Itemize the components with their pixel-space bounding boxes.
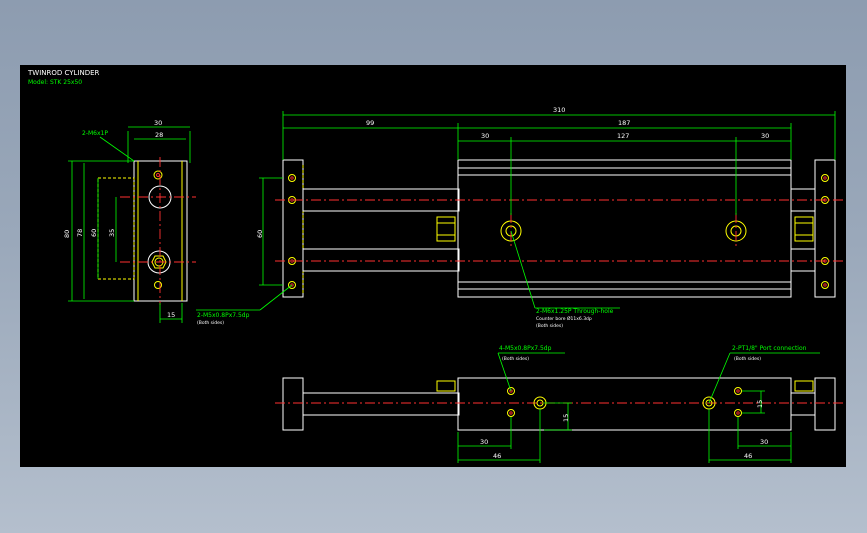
dim-front-127: 127	[617, 132, 629, 140]
bottom-rod	[302, 392, 460, 416]
dim-side-60: 60	[90, 229, 98, 237]
dim-side-15: 15	[167, 311, 175, 319]
side-view-body	[133, 160, 188, 302]
front-left-end-plate	[282, 159, 304, 298]
dim-front-187: 187	[618, 119, 630, 127]
front-rod-top	[302, 188, 460, 212]
dim-front-310: 310	[553, 106, 565, 114]
dim-bottom-30: 30	[480, 438, 488, 446]
note-bottom-port-sub: (Both sides)	[734, 356, 761, 362]
dim-front-99: 99	[366, 119, 374, 127]
dim-side-78: 78	[76, 229, 84, 237]
bottom-body	[457, 377, 792, 431]
dim-side-28: 28	[155, 131, 163, 139]
note-bottom-tap-sub: (Both sides)	[502, 356, 529, 362]
front-right-nut	[794, 216, 814, 242]
drawing-title: TWINROD CYLINDER	[27, 69, 100, 77]
dim-bottom-15: 15	[562, 414, 570, 422]
dim-bottom-46: 46	[493, 452, 501, 460]
drawing-model: Model: STK 25x50	[28, 79, 82, 86]
bottom-view: 30 46 15 30 46 15 4-M5x0.8Px7.5dp (Both …	[275, 345, 846, 463]
note-front-mount-2: Counter bore Ø11x6.3dp	[536, 315, 592, 322]
dim-side-30: 30	[154, 119, 162, 127]
side-view-thread-top-center	[156, 173, 160, 177]
dim-bottom-46r: 46	[744, 452, 752, 460]
note-bottom-port: 2-PT1/8" Port connection	[732, 345, 807, 352]
dim-bottom-15r: 15	[756, 400, 764, 408]
side-view: 30 28 2-M6x1P 80 78 60 35 15	[63, 119, 196, 323]
cad-drawing-viewport[interactable]: TWINROD CYLINDER Model: STK 25x50 30 28 …	[20, 65, 846, 467]
note-front-mount-sub: (Both sides)	[536, 323, 563, 329]
bottom-left-plate	[282, 377, 304, 431]
dim-front-60: 60	[256, 230, 264, 238]
front-cylinder-body	[457, 159, 792, 298]
note-bottom-tap: 4-M5x0.8Px7.5dp	[499, 345, 552, 352]
bottom-right-plate	[814, 377, 836, 431]
note-front-mount: 2-M6x1.25P Through-hole	[536, 308, 614, 315]
side-view-thread-top	[153, 170, 163, 180]
front-view: 310 99 187 30 127 30 60 2-M5x0.8Px7.5dp …	[196, 106, 846, 329]
front-right-end-plate	[814, 159, 836, 298]
front-rod-bottom	[302, 248, 460, 272]
dim-side-35: 35	[108, 229, 116, 237]
front-left-nut	[436, 216, 456, 242]
dim-front-30b: 30	[761, 132, 769, 140]
dim-side-80: 80	[63, 230, 71, 238]
dim-front-30a: 30	[481, 132, 489, 140]
note-front-end-tap-sub: (Both sides)	[197, 320, 224, 326]
dim-bottom-30r: 30	[760, 438, 768, 446]
note-front-end-tap: 2-M5x0.8Px7.5dp	[197, 312, 250, 319]
note-side-thread: 2-M6x1P	[82, 130, 108, 137]
cad-drawing-canvas: TWINROD CYLINDER Model: STK 25x50 30 28 …	[27, 69, 846, 463]
